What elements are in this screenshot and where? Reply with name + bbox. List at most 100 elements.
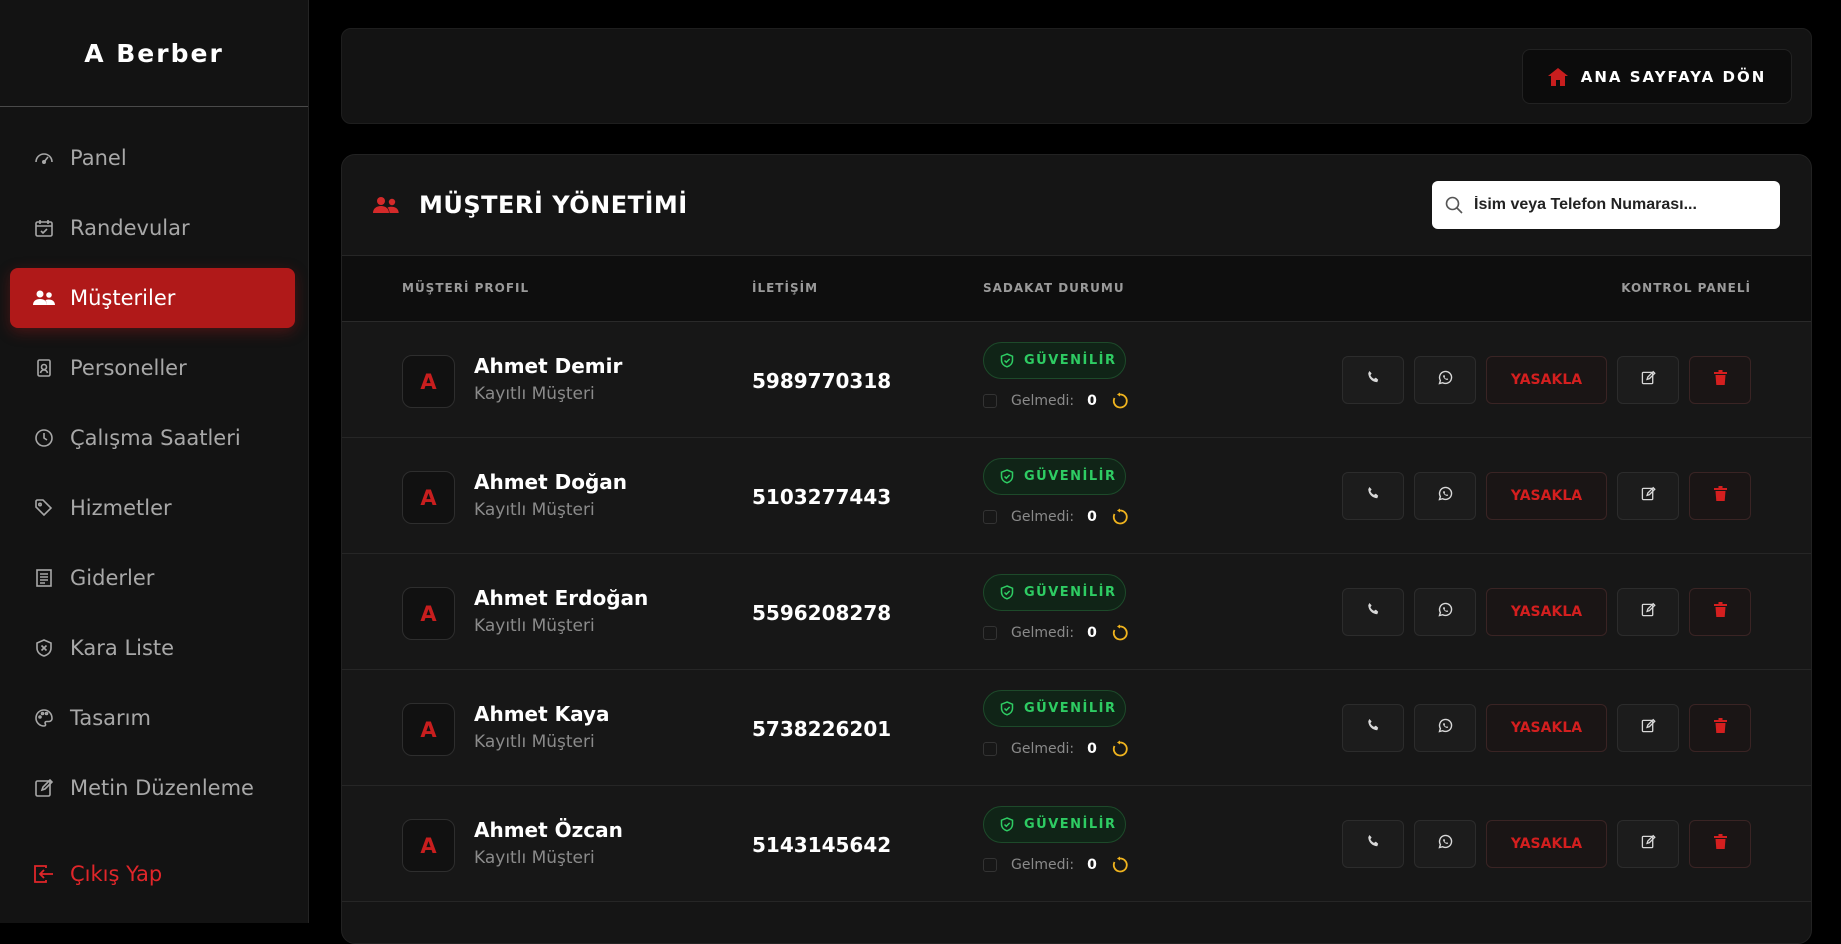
sidebar-nav: Panel Randevular Müşteriler Personeller … (0, 107, 308, 818)
palette-icon (33, 707, 55, 729)
table-row: A Ahmet Demir Kayıtlı Müşteri 5989770318… (342, 322, 1811, 438)
ban-button[interactable]: YASAKLA (1486, 472, 1607, 520)
sidebar-item-giderler[interactable]: Giderler (10, 548, 295, 608)
edit-button[interactable] (1617, 820, 1679, 868)
no-show-label: Gelmedi: (1011, 393, 1075, 409)
sidebar-item-musteriler[interactable]: Müşteriler (10, 268, 295, 328)
status-badge: GÜVENİLİR (983, 690, 1126, 727)
id-badge-icon (33, 357, 55, 379)
customer-name: Ahmet Doğan (474, 470, 628, 494)
sidebar-item-label: Hizmetler (70, 496, 172, 520)
call-button[interactable] (1342, 820, 1404, 868)
whatsapp-button[interactable] (1414, 588, 1476, 636)
edit-icon (1641, 718, 1656, 738)
reset-icon[interactable] (1111, 624, 1129, 642)
customer-phone: 5103277443 (752, 485, 892, 509)
customer-phone: 5989770318 (752, 369, 892, 393)
users-icon (373, 195, 399, 215)
delete-button[interactable] (1689, 356, 1751, 404)
edit-button[interactable] (1617, 588, 1679, 636)
no-show-count: 0 (1087, 393, 1097, 409)
whatsapp-button[interactable] (1414, 356, 1476, 404)
shield-check-icon (1000, 701, 1014, 716)
search-input[interactable] (1474, 196, 1764, 214)
call-button[interactable] (1342, 472, 1404, 520)
sidebar-item-personeller[interactable]: Personeller (10, 338, 295, 398)
ban-button[interactable]: YASAKLA (1486, 820, 1607, 868)
ban-button[interactable]: YASAKLA (1486, 356, 1607, 404)
ban-button[interactable]: YASAKLA (1486, 588, 1607, 636)
delete-button[interactable] (1689, 472, 1751, 520)
column-header-profile: MÜŞTERİ PROFIL (402, 281, 530, 295)
brand-logo[interactable]: A Berber (0, 0, 308, 107)
phone-icon (1366, 370, 1381, 390)
logout-label: Çıkış Yap (70, 862, 163, 886)
sidebar-item-kara-liste[interactable]: Kara Liste (10, 618, 295, 678)
search-box[interactable] (1432, 181, 1780, 229)
search-icon (1444, 195, 1464, 215)
sidebar-item-tasarim[interactable]: Tasarım (10, 688, 295, 748)
sidebar-item-panel[interactable]: Panel (10, 128, 295, 188)
reset-icon[interactable] (1111, 740, 1129, 758)
avatar: A (402, 587, 455, 640)
no-show-checkbox[interactable] (983, 626, 997, 640)
reset-icon[interactable] (1111, 392, 1129, 410)
sidebar-item-hizmetler[interactable]: Hizmetler (10, 478, 295, 538)
logout-button[interactable]: Çıkış Yap (10, 862, 162, 886)
sidebar-item-label: Tasarım (70, 706, 151, 730)
phone-icon (1366, 834, 1381, 854)
edit-icon (1641, 486, 1656, 506)
reset-icon[interactable] (1111, 856, 1129, 874)
no-show-checkbox[interactable] (983, 858, 997, 872)
edit-icon (1641, 834, 1656, 854)
no-show-label: Gelmedi: (1011, 509, 1075, 525)
no-show-checkbox[interactable] (983, 510, 997, 524)
edit-button[interactable] (1617, 356, 1679, 404)
sidebar-item-calisma-saatleri[interactable]: Çalışma Saatleri (10, 408, 295, 468)
sidebar-item-label: Müşteriler (70, 286, 176, 310)
status-label: GÜVENİLİR (1024, 817, 1117, 832)
call-button[interactable] (1342, 356, 1404, 404)
edit-button[interactable] (1617, 704, 1679, 752)
whatsapp-button[interactable] (1414, 704, 1476, 752)
customer-phone: 5596208278 (752, 601, 892, 625)
ban-button[interactable]: YASAKLA (1486, 704, 1607, 752)
trash-icon (1713, 486, 1727, 506)
no-show-checkbox[interactable] (983, 742, 997, 756)
call-button[interactable] (1342, 588, 1404, 636)
sidebar: A Berber Panel Randevular Müşteriler Per… (0, 0, 309, 923)
delete-button[interactable] (1689, 588, 1751, 636)
delete-button[interactable] (1689, 704, 1751, 752)
status-label: GÜVENİLİR (1024, 353, 1117, 368)
gauge-icon (33, 147, 55, 169)
sidebar-item-metin-duzenleme[interactable]: Metin Düzenleme (10, 758, 295, 818)
avatar-initial: A (420, 485, 437, 510)
sidebar-item-label: Çalışma Saatleri (70, 426, 241, 450)
top-bar: ANA SAYFAYA DÖN (341, 28, 1812, 124)
sidebar-item-randevular[interactable]: Randevular (10, 198, 295, 258)
edit-button[interactable] (1617, 472, 1679, 520)
sidebar-item-label: Metin Düzenleme (70, 776, 254, 800)
sidebar-item-label: Giderler (70, 566, 155, 590)
whatsapp-button[interactable] (1414, 820, 1476, 868)
customer-name: Ahmet Erdoğan (474, 586, 649, 610)
delete-button[interactable] (1689, 820, 1751, 868)
whatsapp-button[interactable] (1414, 472, 1476, 520)
table-row: A Ahmet Kaya Kayıtlı Müşteri 5738226201 … (342, 670, 1811, 786)
customer-subtitle: Kayıtlı Müşteri (474, 616, 595, 636)
whatsapp-icon (1437, 602, 1453, 623)
reset-icon[interactable] (1111, 508, 1129, 526)
status-label: GÜVENİLİR (1024, 701, 1117, 716)
table-row: A Ahmet Doğan Kayıtlı Müşteri 5103277443… (342, 438, 1811, 554)
home-button[interactable]: ANA SAYFAYA DÖN (1522, 49, 1792, 104)
trash-icon (1713, 602, 1727, 622)
home-button-label: ANA SAYFAYA DÖN (1580, 67, 1767, 86)
avatar-initial: A (420, 833, 437, 858)
customer-subtitle: Kayıtlı Müşteri (474, 384, 595, 404)
no-show-checkbox[interactable] (983, 394, 997, 408)
customer-phone: 5738226201 (752, 717, 892, 741)
call-button[interactable] (1342, 704, 1404, 752)
panel-header: MÜŞTERİ YÖNETİMİ (342, 155, 1811, 256)
shield-check-icon (1000, 585, 1014, 600)
whatsapp-icon (1437, 718, 1453, 739)
